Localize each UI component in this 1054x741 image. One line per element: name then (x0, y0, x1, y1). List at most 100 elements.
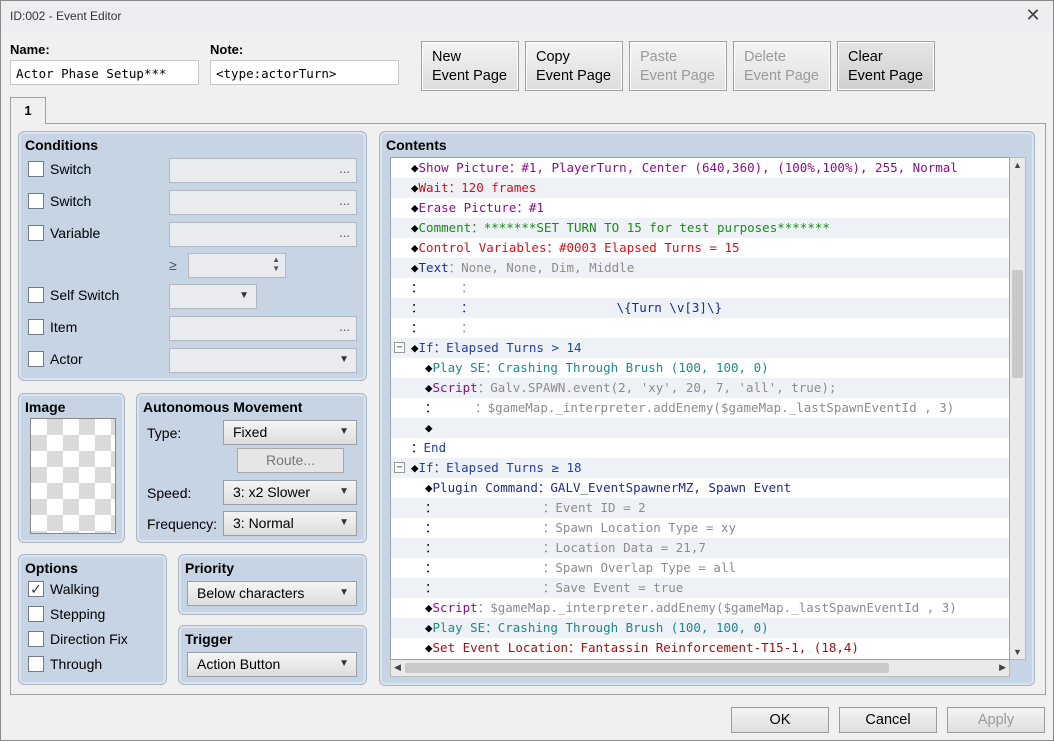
collapse-icon[interactable]: − (394, 342, 405, 353)
command-row[interactable]: ◆Set Event Location：Fantassin Reinforcem… (391, 638, 1009, 658)
switch2-checkbox[interactable]: Switch (28, 193, 91, 209)
image-title: Image (25, 399, 66, 415)
command-row[interactable]: ◆Script：Galv.SPAWN.event(2, 'xy', 20, 7,… (391, 378, 1009, 398)
command-bullet-icon: ◆ (425, 600, 433, 615)
command-row[interactable]: ◆ (391, 418, 1009, 438)
type-label: Type: (147, 425, 182, 441)
command-name: Comment (418, 220, 472, 235)
frequency-select[interactable]: 3: Normal ▼ (223, 511, 357, 536)
command-row[interactable]: ： ：$gameMap._interpreter.addEnemy($gameM… (391, 398, 1009, 418)
delete-event-page-button[interactable]: Delete Event Page (733, 41, 831, 91)
event-editor-window: ID:002 - Event Editor ✕ Name: Actor Phas… (0, 0, 1054, 741)
actor-select[interactable]: ▼ (169, 348, 357, 373)
scroll-up-icon[interactable]: ▲ (1013, 160, 1022, 170)
scroll-right-icon[interactable]: ▶ (999, 662, 1006, 673)
command-row[interactable]: ◆Script：$gameMap._interpreter.addEnemy($… (391, 598, 1009, 618)
vertical-scrollbar[interactable]: ▲ ▼ (1010, 157, 1026, 660)
ellipsis-icon: ... (339, 319, 350, 334)
speed-value: 3: x2 Slower (233, 484, 311, 500)
frequency-value: 3: Normal (233, 515, 294, 531)
command-row[interactable]: ◆Show Picture：#1, PlayerTurn, Center (64… (391, 158, 1009, 178)
command-bullet-icon: ◆ (411, 180, 419, 195)
command-name: ：Event ID = 2 (437, 500, 646, 515)
command-row[interactable]: − ◆If：Elapsed Turns > 14 (391, 338, 1009, 358)
command-row[interactable]: ◆Text：None, None, Dim, Middle (391, 258, 1009, 278)
trigger-select[interactable]: Action Button ▼ (187, 652, 357, 677)
scrollbar-thumb[interactable] (405, 663, 889, 673)
item-label: Item (50, 319, 78, 335)
command-row[interactable]: ◆Plugin Command：GALV_EventSpawnerMZ, Spa… (391, 478, 1009, 498)
command-row[interactable]: ◆Play SE：Crashing Through Brush (100, 10… (391, 358, 1009, 378)
command-row[interactable]: ： ：Location Data = 21,7 (391, 538, 1009, 558)
clear-event-page-button[interactable]: Clear Event Page (837, 41, 935, 91)
continuation-marker: ： (425, 560, 438, 575)
gte-label: ≥ (169, 257, 177, 273)
command-bullet-icon: ◆ (411, 340, 419, 355)
walking-checkbox[interactable]: ✓ Walking (28, 581, 99, 597)
command-row[interactable]: ： ： (391, 318, 1009, 338)
tab-page-1[interactable]: 1 (10, 97, 46, 124)
chevron-down-icon: ▼ (339, 587, 349, 598)
priority-select[interactable]: Below characters ▼ (187, 581, 357, 606)
close-icon[interactable]: ✕ (1023, 5, 1043, 26)
command-params: ：Crashing Through Brush (100, 100, 0) (485, 620, 769, 635)
actor-checkbox[interactable]: Actor (28, 351, 83, 367)
image-preview[interactable] (30, 418, 116, 534)
apply-button[interactable]: Apply (947, 707, 1045, 733)
scroll-left-icon[interactable]: ◀ (394, 662, 401, 673)
item-select[interactable]: ... (169, 316, 357, 341)
command-row[interactable]: ：End (391, 438, 1009, 458)
command-row[interactable]: − ◆If：Elapsed Turns ≥ 18 (391, 458, 1009, 478)
button-line2: Event Page (640, 68, 715, 84)
switch1-select[interactable]: ... (169, 158, 357, 183)
command-bullet-icon: ◆ (411, 240, 419, 255)
name-field[interactable]: Actor Phase Setup*** (10, 60, 199, 85)
horizontal-scrollbar[interactable]: ◀ ▶ (390, 660, 1010, 677)
command-row[interactable]: ◆Erase Picture：#1 (391, 198, 1009, 218)
trigger-title: Trigger (185, 631, 233, 647)
command-bullet-icon: ◆ (425, 420, 433, 435)
ok-button[interactable]: OK (731, 707, 829, 733)
switch1-checkbox[interactable]: Switch (28, 161, 91, 177)
command-row[interactable]: ◆Control Variables：#0003 Elapsed Turns =… (391, 238, 1009, 258)
command-row[interactable]: ： ：Spawn Overlap Type = all (391, 558, 1009, 578)
command-bullet-icon: ◆ (425, 480, 433, 495)
scrollbar-thumb[interactable] (1012, 270, 1023, 378)
ellipsis-icon: ... (339, 225, 350, 240)
route-button[interactable]: Route... (237, 448, 344, 473)
chevron-down-icon: ▼ (339, 486, 349, 497)
cancel-button[interactable]: Cancel (839, 707, 937, 733)
copy-event-page-button[interactable]: Copy Event Page (525, 41, 623, 91)
checkbox-box (28, 287, 44, 303)
movement-type-select[interactable]: Fixed ▼ (223, 420, 357, 445)
switch2-select[interactable]: ... (169, 190, 357, 215)
command-row[interactable]: ◆Wait：120 frames (391, 178, 1009, 198)
item-checkbox[interactable]: Item (28, 319, 77, 335)
command-row[interactable]: ： ： (391, 278, 1009, 298)
event-command-list[interactable]: ◆Show Picture：#1, PlayerTurn, Center (64… (390, 157, 1010, 660)
variable-select[interactable]: ... (169, 222, 357, 247)
command-row[interactable]: ： ：Event ID = 2 (391, 498, 1009, 518)
direction-fix-checkbox[interactable]: Direction Fix (28, 631, 128, 647)
command-name: End (423, 440, 447, 455)
collapse-icon[interactable]: − (394, 462, 405, 473)
through-checkbox[interactable]: Through (28, 656, 102, 672)
paste-event-page-button[interactable]: Paste Event Page (629, 41, 727, 91)
window-title: ID:002 - Event Editor (10, 9, 122, 23)
command-row[interactable]: ： ：Spawn Location Type = xy (391, 518, 1009, 538)
new-event-page-button[interactable]: New Event Page (421, 41, 519, 91)
command-row[interactable]: ◆Comment：*******SET TURN TO 15 for test … (391, 218, 1009, 238)
stepping-checkbox[interactable]: Stepping (28, 606, 105, 622)
note-field[interactable]: <type:actorTurn> (210, 60, 399, 85)
speed-select[interactable]: 3: x2 Slower ▼ (223, 480, 357, 505)
scroll-down-icon[interactable]: ▼ (1013, 647, 1022, 657)
title-bar: ID:002 - Event Editor ✕ (1, 1, 1053, 31)
command-row[interactable]: ： ： \{Turn \v[3]\} (391, 298, 1009, 318)
variable-checkbox[interactable]: Variable (28, 225, 100, 241)
command-row[interactable]: ： ：Save Event = true (391, 578, 1009, 598)
variable-value-spinner[interactable]: ▲ ▼ (188, 253, 286, 278)
variable-label: Variable (50, 225, 101, 241)
self-switch-select[interactable]: ▼ (169, 284, 257, 309)
self-switch-checkbox[interactable]: Self Switch (28, 287, 119, 303)
command-row[interactable]: ◆Play SE：Crashing Through Brush (100, 10… (391, 618, 1009, 638)
